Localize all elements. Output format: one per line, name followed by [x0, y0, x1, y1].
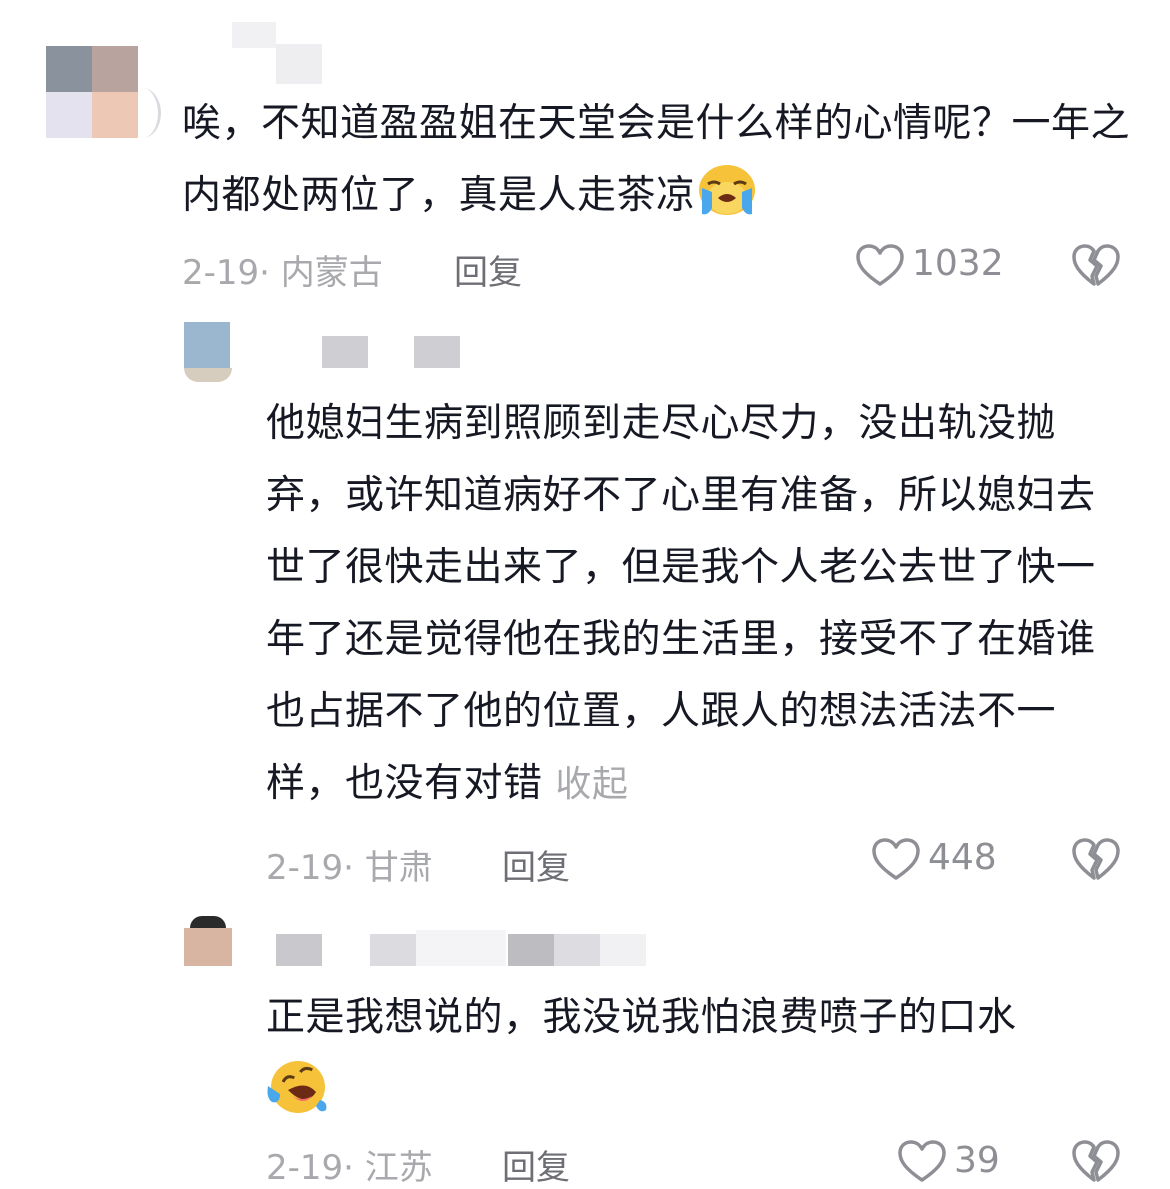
comment-meta: 2-19· 内蒙古 — [182, 245, 383, 294]
comment-meta: 2-19· 甘肃 — [266, 840, 433, 889]
reply-button[interactable]: 回复 — [502, 840, 570, 889]
avatar[interactable] — [184, 916, 232, 966]
comment-text: 正是我想说的，我没说我怕浪费喷子的口水 — [266, 982, 1116, 1140]
like-count: 39 — [954, 1140, 1000, 1181]
username-redacted[interactable] — [322, 336, 462, 368]
reply-button[interactable]: 回复 — [502, 1140, 570, 1189]
like-count: 448 — [928, 837, 997, 878]
username-redacted[interactable] — [232, 22, 324, 84]
laughing-tears-emoji-icon — [266, 1058, 328, 1140]
crying-face-emoji-icon — [696, 162, 758, 242]
comment-location: 江苏 — [364, 1148, 433, 1188]
comment-text: 他媳妇生病到照顾到走尽心尽力，没出轨没抛弃，或许知道病好不了心里有准备，所以媳妇… — [266, 388, 1106, 821]
broken-heart-icon[interactable] — [1072, 244, 1120, 292]
comment-text-body: 正是我想说的，我没说我怕浪费喷子的口水 — [266, 995, 1017, 1040]
comment-location: 内蒙古 — [280, 253, 383, 293]
avatar[interactable] — [184, 322, 232, 382]
collapse-link[interactable]: 收起 — [555, 764, 628, 805]
username-redacted[interactable] — [276, 928, 646, 968]
comment-meta: 2-19· 江苏 — [266, 1140, 433, 1189]
comment-date: 2-19· — [266, 1148, 354, 1188]
comment-text-body: 唉，不知道盈盈姐在天堂会是什么样的心情呢？一年之内都处两位了，真是人走茶凉 — [182, 101, 1131, 218]
broken-heart-icon[interactable] — [1072, 1140, 1120, 1188]
comment-date: 2-19· — [266, 848, 354, 888]
comment-text-body: 他媳妇生病到照顾到走尽心尽力，没出轨没抛弃，或许知道病好不了心里有准备，所以媳妇… — [266, 401, 1096, 806]
broken-heart-icon[interactable] — [1072, 838, 1120, 886]
avatar-ring — [124, 88, 161, 138]
comment-date: 2-19· — [182, 253, 270, 293]
comment-text: 唉，不知道盈盈姐在天堂会是什么样的心情呢？一年之内都处两位了，真是人走茶凉 — [182, 88, 1132, 242]
heart-icon[interactable] — [898, 1140, 946, 1188]
heart-icon[interactable] — [872, 838, 920, 886]
comment-location: 甘肃 — [364, 848, 433, 888]
heart-icon[interactable] — [856, 244, 904, 292]
reply-button[interactable]: 回复 — [454, 245, 522, 294]
like-count: 1032 — [912, 243, 1004, 284]
